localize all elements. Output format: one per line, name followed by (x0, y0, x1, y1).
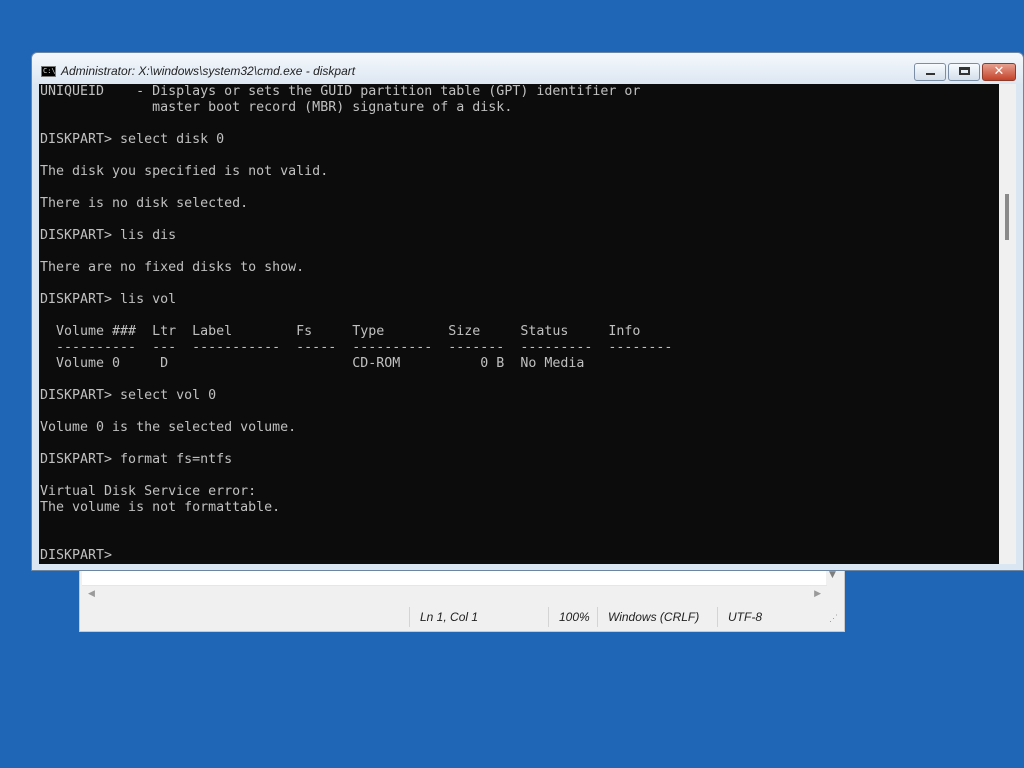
console-line: Volume 0 is the selected volume. (40, 420, 297, 435)
console-line: DISKPART> (40, 548, 121, 563)
maximize-icon (959, 67, 970, 75)
cmd-icon-label: C:\ (43, 67, 56, 75)
scroll-right-arrow-icon[interactable]: ▶ (814, 589, 821, 599)
minimize-button[interactable] (914, 63, 946, 81)
maximize-button[interactable] (948, 63, 980, 81)
close-button[interactable]: ✕ (982, 63, 1016, 81)
scrollbar-thumb[interactable] (1005, 194, 1009, 240)
scroll-left-arrow-icon[interactable]: ◀ (88, 589, 95, 599)
console-scrollbar[interactable] (999, 84, 1016, 564)
console-line: DISKPART> format fs=ntfs (40, 452, 233, 467)
status-line-ending: Windows (CRLF) (597, 607, 718, 627)
console-text: UNIQUEID - Displays or sets the GUID par… (40, 84, 672, 564)
console-output[interactable]: UNIQUEID - Displays or sets the GUID par… (39, 84, 999, 564)
console-line: Volume 0 D CD-ROM 0 B No Media (40, 356, 585, 371)
console-line: DISKPART> lis vol (40, 292, 177, 307)
window-title: Administrator: X:\windows\system32\cmd.e… (61, 64, 356, 78)
console-line: The disk you specified is not valid. (40, 164, 329, 179)
resize-grip-icon[interactable]: ⋰ (829, 613, 838, 624)
console-line: master boot record (MBR) signature of a … (40, 100, 513, 115)
notepad-status-bar: Ln 1, Col 1 100% Windows (CRLF) UTF-8 ⋰ (80, 603, 844, 631)
notepad-horizontal-scrollbar[interactable]: ◀ ▶ (82, 585, 827, 603)
status-zoom: 100% (548, 607, 598, 627)
console-line: Virtual Disk Service error: (40, 484, 257, 499)
status-cursor-position: Ln 1, Col 1 (409, 607, 549, 627)
status-encoding: UTF-8 (717, 607, 817, 627)
cmd-icon[interactable]: C:\ (41, 66, 56, 77)
close-icon: ✕ (993, 64, 1005, 79)
console-line: There are no fixed disks to show. (40, 260, 305, 275)
console-line: UNIQUEID - Displays or sets the GUID par… (40, 84, 641, 99)
title-bar[interactable]: C:\ Administrator: X:\windows\system32\c… (32, 53, 1023, 84)
console-line: Volume ### Ltr Label Fs Type Size Status… (40, 324, 641, 339)
console-line: DISKPART> select disk 0 (40, 132, 225, 147)
cmd-window: C:\ Administrator: X:\windows\system32\c… (31, 52, 1024, 571)
console-line: ---------- --- ----------- ----- -------… (40, 340, 673, 355)
scroll-down-arrow-icon[interactable]: ▼ (829, 571, 836, 580)
minimize-icon (926, 73, 935, 75)
console-line: There is no disk selected. (40, 196, 249, 211)
console-line: The volume is not formattable. (40, 500, 281, 515)
notepad-window: ▼ ◀ ▶ Ln 1, Col 1 100% Windows (CRLF) UT… (79, 566, 845, 632)
console-line: DISKPART> lis dis (40, 228, 177, 243)
console-line: DISKPART> select vol 0 (40, 388, 217, 403)
